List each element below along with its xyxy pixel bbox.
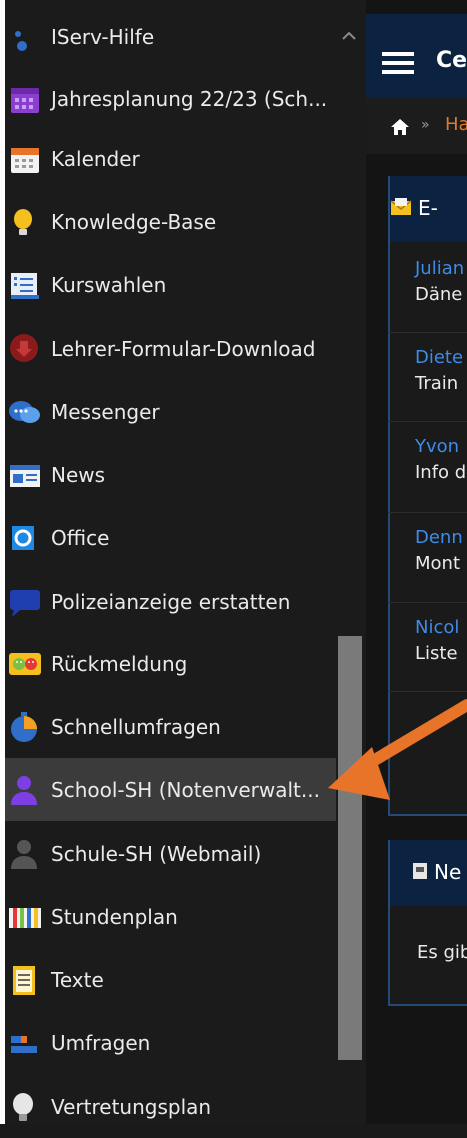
annotation-arrow-icon (328, 699, 467, 800)
